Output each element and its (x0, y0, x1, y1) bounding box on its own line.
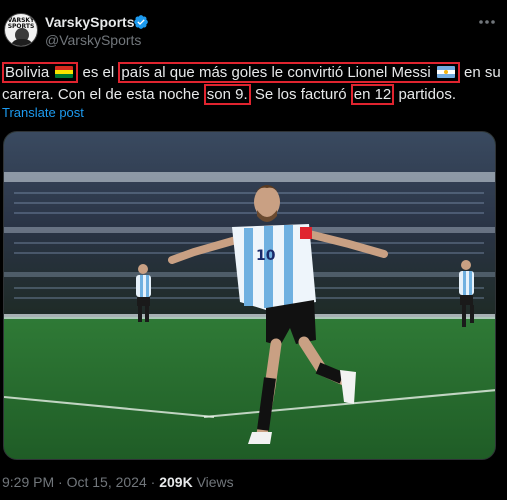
verified-badge-icon[interactable] (133, 14, 149, 30)
bolivia-flag-icon (55, 66, 74, 78)
highlight-goal-count: son 9. (203, 84, 251, 105)
tweet-header: VARSKY SPORTS VarskySports @VarskySports (0, 0, 507, 58)
tweet-meta: 9:29 PM · Oct 15, 2024 · 209K Views (2, 474, 234, 490)
highlight-bolivia: Bolivia (2, 62, 79, 83)
meta-separator: · (54, 474, 67, 490)
views-label: Views (196, 474, 234, 490)
meta-separator: · (146, 474, 160, 490)
more-options-icon[interactable] (476, 14, 498, 30)
tweet-time[interactable]: 9:29 PM (2, 474, 54, 490)
views-count: 209K (159, 474, 193, 490)
highlight-messi-goals: país al que más goles le convirtió Lione… (118, 62, 460, 83)
avatar[interactable]: VARSKY SPORTS (4, 13, 38, 47)
tweet-text: Bolivia es el país al que más goles le c… (2, 62, 501, 105)
highlight-match-count: en 12 (350, 84, 395, 105)
tweet-media-photo[interactable]: 10 (3, 131, 496, 460)
tweet-date[interactable]: Oct 15, 2024 (67, 474, 147, 490)
translate-post-link[interactable]: Translate post (2, 105, 84, 120)
svg-text:10: 10 (256, 248, 276, 264)
soccer-player-celebration-photo-icon: 10 (4, 132, 495, 459)
argentina-flag-icon (436, 66, 455, 78)
user-handle[interactable]: @VarskySports (45, 32, 141, 48)
display-name[interactable]: VarskySports (45, 14, 135, 30)
